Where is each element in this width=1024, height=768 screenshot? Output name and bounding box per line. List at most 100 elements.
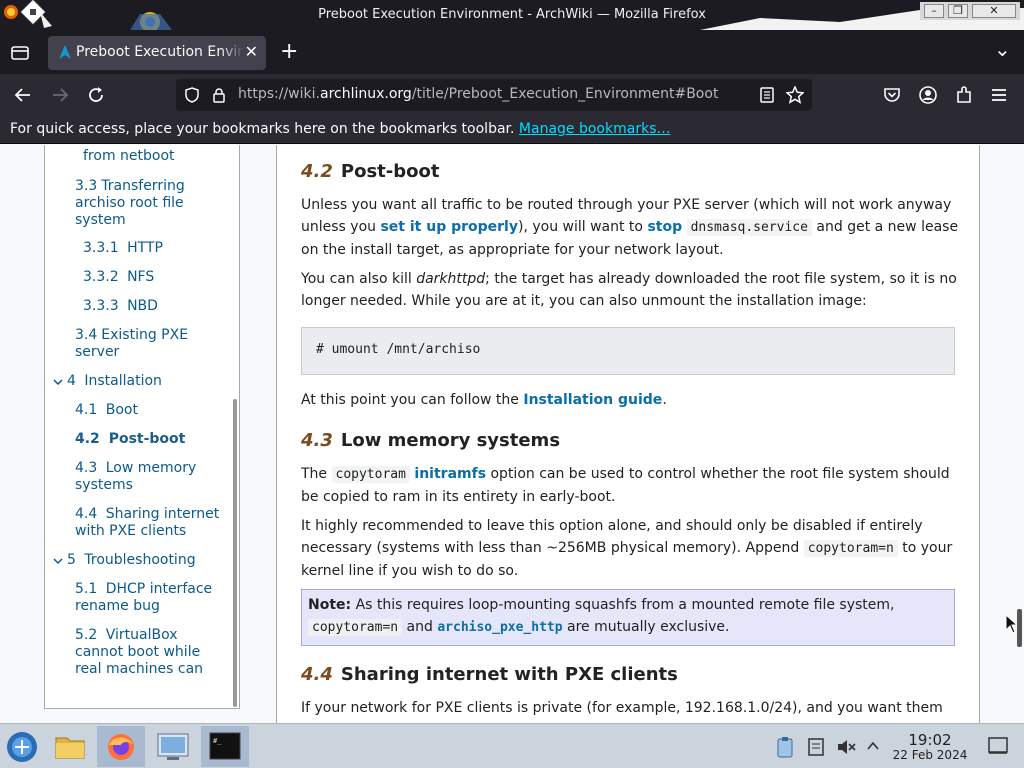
heading-text: Low memory systems xyxy=(340,430,561,451)
toc-collapse-chevron-icon[interactable] xyxy=(53,556,63,566)
firefox-taskbar-button[interactable] xyxy=(97,726,145,767)
initramfs-link[interactable]: initramfs xyxy=(414,466,486,482)
url-text[interactable]: https://wiki.archlinux.org/title/Preboot… xyxy=(238,86,718,102)
hamburger-menu-icon[interactable] xyxy=(991,87,1007,103)
terminal-taskbar-button[interactable]: #_ xyxy=(201,726,249,767)
text: The xyxy=(301,466,332,482)
close-window-button[interactable]: ✕ xyxy=(972,4,1016,18)
url-domain: archlinux.org xyxy=(319,86,412,102)
extensions-icon[interactable] xyxy=(955,86,973,104)
clipboard-icon[interactable] xyxy=(776,736,794,758)
toc-collapse-chevron-icon[interactable] xyxy=(53,377,63,387)
toc-num: 3.3 xyxy=(75,178,98,194)
toc-item-3-3-3[interactable]: 3.3.3 NBD xyxy=(83,298,158,315)
paragraph-post-boot-3: At this point you can follow the Install… xyxy=(301,389,961,411)
inline-code: dnsmasq.service xyxy=(686,219,812,236)
tab-label: Preboot Execution Environment - ArchWiki xyxy=(76,44,244,60)
toc-num: 3.4 xyxy=(75,327,98,343)
url-bar[interactable]: https://wiki.archlinux.org/title/Preboot… xyxy=(176,79,812,111)
toc-item-4-4[interactable]: 4.4 Sharing internet with PXE clients xyxy=(75,506,235,540)
page-viewport[interactable]: from netboot 3.3 Transferring archiso roo… xyxy=(0,145,1024,723)
toc-item-4-3[interactable]: 4.3 Low memory systems xyxy=(75,460,225,494)
firefox-view-icon[interactable] xyxy=(11,45,29,61)
svg-text:#_: #_ xyxy=(213,737,222,745)
toc-item-3-3-2[interactable]: 3.3.2 NFS xyxy=(83,269,154,286)
reload-icon[interactable] xyxy=(87,86,105,104)
lock-icon[interactable] xyxy=(212,87,226,103)
note-label: Note: xyxy=(308,597,352,613)
show-hidden-icons-chevron-icon[interactable] xyxy=(866,739,880,753)
new-tab-button[interactable]: + xyxy=(280,41,298,63)
file-manager-icon[interactable] xyxy=(48,726,92,767)
firefox-icon xyxy=(108,734,134,760)
toc-num: 4 xyxy=(67,373,76,389)
close-tab-icon[interactable]: ✕ xyxy=(245,42,258,61)
terminal-icon: #_ xyxy=(209,732,241,760)
volume-muted-icon[interactable] xyxy=(836,737,856,757)
toc-scrollbar[interactable] xyxy=(233,399,237,707)
archiso-pxe-http-link[interactable]: archiso_pxe_http xyxy=(437,620,562,635)
heading-number: 4.4 xyxy=(301,664,333,685)
show-desktop-icon[interactable] xyxy=(988,737,1008,755)
text: As this requires loop-mounting squashfs … xyxy=(351,597,895,613)
set-it-up-properly-link[interactable]: set it up properly xyxy=(380,219,518,235)
toc-num: 3.3.1 xyxy=(83,240,119,256)
forward-icon[interactable] xyxy=(51,86,69,104)
text: At this point you can follow the xyxy=(301,392,524,408)
code-block-umount[interactable]: # umount /mnt/archiso xyxy=(301,327,955,375)
toc-item-5-1[interactable]: 5.1 DHCP interface rename bug xyxy=(75,581,225,615)
tab-bar: Preboot Execution Environment - ArchWiki… xyxy=(0,30,1024,74)
toc-num: 5.1 xyxy=(75,581,98,597)
inline-code: copytoram=n xyxy=(803,540,898,557)
toc-num: 5.2 xyxy=(75,627,98,643)
toc-item-5[interactable]: 5 Troubleshooting xyxy=(67,552,196,569)
toc-label: NFS xyxy=(127,269,155,285)
toc-item-4-2[interactable]: 4.2 Post-boot xyxy=(75,431,185,448)
start-menu-icon[interactable] xyxy=(5,730,39,764)
toc-item-3-3[interactable]: 3.3 Transferring archiso root file system xyxy=(75,178,225,229)
bookmarks-toolbar: For quick access, place your bookmarks h… xyxy=(0,116,1024,144)
toc-label: Troubleshooting xyxy=(84,552,196,568)
settings-manager-icon[interactable] xyxy=(150,726,196,767)
toc-item-3-2-continued[interactable]: from netboot xyxy=(83,148,175,165)
url-path: /title/Preboot_Execution_Environment#Boo… xyxy=(411,86,719,102)
text: are mutually exclusive. xyxy=(562,619,730,635)
paragraph-low-memory-2: It highly recommended to leave this opti… xyxy=(301,515,961,582)
toc-num: 3.3.3 xyxy=(83,298,119,314)
minimize-button[interactable]: – xyxy=(924,4,944,18)
navigation-toolbar: https://wiki.archlinux.org/title/Preboot… xyxy=(0,74,1024,116)
toc-item-3-4[interactable]: 3.4 Existing PXE server xyxy=(75,327,225,361)
list-all-tabs-button[interactable]: ⌄ xyxy=(994,39,1011,59)
reader-view-icon[interactable] xyxy=(760,87,774,103)
toc-item-4[interactable]: 4 Installation xyxy=(67,373,162,390)
installation-guide-link[interactable]: Installation guide xyxy=(523,392,662,408)
storage-icon[interactable] xyxy=(808,737,824,757)
tab-active[interactable]: Preboot Execution Environment - ArchWiki… xyxy=(48,36,266,70)
toc-item-3-3-1[interactable]: 3.3.1 HTTP xyxy=(83,240,163,257)
maximize-button[interactable]: ❐ xyxy=(948,4,968,18)
paragraph-sharing-internet-1: If your network for PXE clients is priva… xyxy=(301,700,943,716)
toc-item-4-1[interactable]: 4.1 Boot xyxy=(75,402,138,419)
toc-label: HTTP xyxy=(127,240,163,256)
stop-link[interactable]: stop xyxy=(647,219,682,235)
text: ), you will want to xyxy=(517,219,648,235)
manage-bookmarks-link[interactable]: Manage bookmarks… xyxy=(519,121,671,137)
heading-number: 4.3 xyxy=(301,430,333,451)
tracking-protection-shield-icon[interactable] xyxy=(184,87,200,103)
back-icon[interactable] xyxy=(14,86,32,104)
clock[interactable]: 19:02 22 Feb 2024 xyxy=(884,732,976,762)
bookmarks-hint-text: For quick access, place your bookmarks h… xyxy=(10,121,515,137)
account-icon[interactable] xyxy=(919,86,937,104)
bookmarks-empty-message: For quick access, place your bookmarks h… xyxy=(10,121,670,137)
mouse-cursor-icon xyxy=(1005,614,1017,634)
pocket-icon[interactable] xyxy=(883,86,901,104)
page-scrollbar-thumb[interactable] xyxy=(1017,609,1022,647)
toc-item-5-2[interactable]: 5.2 VirtualBox cannot boot while real ma… xyxy=(75,627,225,678)
toc-num: 5 xyxy=(67,552,76,568)
url-scheme: https://wiki. xyxy=(238,86,320,102)
window-titlebar[interactable]: Preboot Execution Environment - ArchWiki… xyxy=(0,0,1024,30)
toc-num: 3.3.2 xyxy=(83,269,119,285)
table-of-contents: from netboot 3.3 Transferring archiso roo… xyxy=(44,145,240,709)
bookmark-star-icon[interactable] xyxy=(786,86,804,104)
toc-label: from netboot xyxy=(83,148,175,164)
